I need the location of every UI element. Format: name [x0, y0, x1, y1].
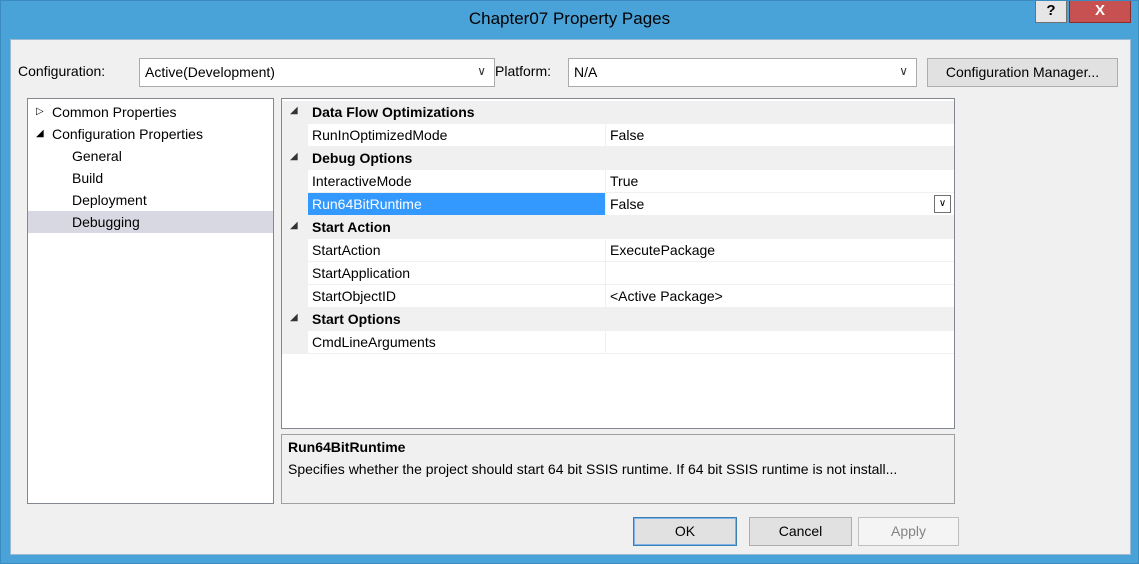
help-button[interactable]: ?	[1035, 1, 1067, 23]
category-row-data-flow-optimizations[interactable]: ◢ Data Flow Optimizations	[282, 101, 954, 124]
collapse-icon[interactable]: ◢	[290, 105, 298, 116]
property-value[interactable]: <Active Package>	[606, 285, 954, 308]
tree-item-label: Configuration Properties	[52, 126, 203, 142]
property-row[interactable]: StartApplication	[282, 262, 954, 285]
collapse-icon[interactable]: ◢	[290, 312, 298, 323]
property-value[interactable]	[606, 262, 954, 285]
category-name: Data Flow Optimizations	[312, 104, 475, 120]
platform-dropdown[interactable]: N/A ∨	[568, 58, 917, 87]
tree-item-label: Debugging	[72, 214, 140, 230]
collapse-icon[interactable]: ◢	[290, 151, 298, 162]
property-name[interactable]: StartAction	[308, 239, 606, 262]
property-name[interactable]: Run64BitRuntime	[308, 193, 606, 216]
dialog-body: Configuration: Active(Development) ∨ Pla…	[10, 39, 1131, 555]
property-row[interactable]: RunInOptimizedMode False	[282, 124, 954, 147]
cancel-button[interactable]: Cancel	[749, 517, 852, 546]
property-row-selected[interactable]: Run64BitRuntime False ∨	[282, 193, 954, 216]
configuration-label: Configuration:	[18, 63, 106, 79]
chevron-down-icon: ∨	[938, 198, 947, 209]
tree-item-label: General	[72, 148, 122, 164]
property-row[interactable]: StartObjectID <Active Package>	[282, 285, 954, 308]
apply-button[interactable]: Apply	[858, 517, 959, 546]
dropdown-button[interactable]: ∨	[934, 195, 951, 213]
platform-label: Platform:	[495, 63, 552, 79]
property-value[interactable]: False ∨	[606, 193, 954, 216]
property-value[interactable]: ExecutePackage	[606, 239, 954, 262]
tree-item-build[interactable]: Build	[28, 167, 273, 189]
category-row-start-action[interactable]: ◢ Start Action	[282, 216, 954, 239]
category-row-debug-options[interactable]: ◢ Debug Options	[282, 147, 954, 170]
category-name: Start Action	[312, 219, 391, 235]
property-name[interactable]: RunInOptimizedMode	[308, 124, 606, 147]
property-value-text: False	[610, 196, 645, 212]
expand-icon[interactable]: ▷	[36, 101, 44, 123]
collapse-icon[interactable]: ◢	[290, 220, 298, 231]
configuration-dropdown[interactable]: Active(Development) ∨	[139, 58, 495, 87]
window-title: Chapter07 Property Pages	[468, 9, 671, 28]
description-panel: Run64BitRuntime Specifies whether the pr…	[281, 434, 955, 504]
category-row-start-options[interactable]: ◢ Start Options	[282, 308, 954, 331]
collapse-icon[interactable]: ◢	[36, 123, 44, 145]
property-row[interactable]: CmdLineArguments	[282, 331, 954, 354]
description-text: Specifies whether the project should sta…	[288, 461, 898, 477]
property-name[interactable]: InteractiveMode	[308, 170, 606, 193]
property-name[interactable]: CmdLineArguments	[308, 331, 606, 354]
tree-item-configuration-properties[interactable]: ◢ Configuration Properties	[28, 123, 273, 145]
tree-item-common-properties[interactable]: ▷ Common Properties	[28, 101, 273, 123]
tree-item-debugging[interactable]: Debugging	[28, 211, 273, 233]
property-name[interactable]: StartApplication	[308, 262, 606, 285]
description-title: Run64BitRuntime	[288, 439, 406, 455]
property-row[interactable]: InteractiveMode True	[282, 170, 954, 193]
ok-button[interactable]: OK	[633, 517, 737, 546]
title-bar[interactable]: Chapter07 Property Pages ? X	[1, 1, 1138, 39]
configuration-manager-button[interactable]: Configuration Manager...	[927, 58, 1118, 87]
property-value[interactable]: False	[606, 124, 954, 147]
close-button[interactable]: X	[1069, 1, 1131, 23]
chevron-down-icon: ∨	[899, 64, 908, 78]
property-value[interactable]: True	[606, 170, 954, 193]
tree-item-label: Build	[72, 170, 104, 186]
chevron-down-icon: ∨	[477, 64, 486, 78]
platform-value: N/A	[574, 64, 598, 80]
property-grid[interactable]: ◢ Data Flow Optimizations RunInOptimized…	[281, 98, 955, 429]
tree-item-general[interactable]: General	[28, 145, 273, 167]
configuration-value: Active(Development)	[145, 64, 275, 80]
category-name: Debug Options	[312, 150, 413, 166]
category-name: Start Options	[312, 311, 401, 327]
category-tree[interactable]: ▷ Common Properties ◢ Configuration Prop…	[27, 98, 274, 504]
property-value[interactable]	[606, 331, 954, 354]
tree-item-label: Common Properties	[52, 104, 177, 120]
property-pages-window: Chapter07 Property Pages ? X Configurati…	[0, 0, 1139, 564]
tree-item-label: Deployment	[72, 192, 147, 208]
property-row[interactable]: StartAction ExecutePackage	[282, 239, 954, 262]
property-name[interactable]: StartObjectID	[308, 285, 606, 308]
tree-item-deployment[interactable]: Deployment	[28, 189, 273, 211]
